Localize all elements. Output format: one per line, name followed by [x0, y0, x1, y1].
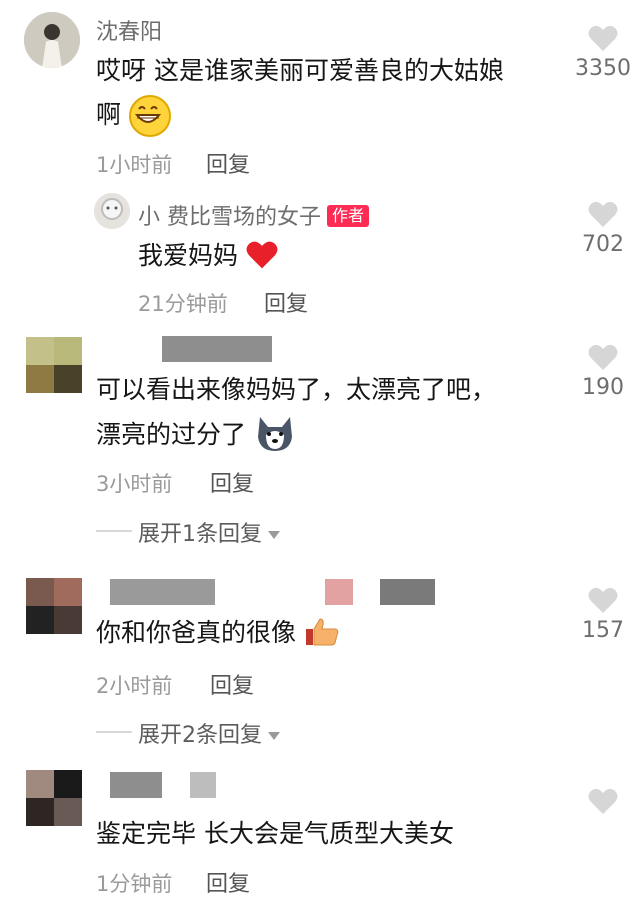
comment-text: 鉴定完毕 长大会是气质型大美女	[96, 813, 454, 855]
heart-icon[interactable]	[588, 587, 618, 614]
comment-text: 漂亮的过分了	[96, 413, 296, 456]
avatar[interactable]	[26, 578, 82, 634]
grinning-face-icon	[128, 95, 171, 137]
comment-text-line: 漂亮的过分了	[96, 420, 247, 449]
avatar[interactable]	[94, 193, 130, 229]
reply-button[interactable]: 回复	[210, 668, 254, 700]
comment-text-line: 哎呀 这是谁家美丽可爱善良的大姑娘	[96, 56, 504, 85]
comment-time: 3小时前	[96, 472, 173, 496]
like-count: 702	[582, 232, 624, 257]
comment-text: 你和你爸真的很像	[96, 612, 340, 654]
comment-time: 21分钟前	[138, 292, 228, 316]
comment-username[interactable]: 沈春阳	[96, 14, 162, 46]
comment-text: 我爱妈妈	[138, 235, 278, 277]
expand-replies-label[interactable]: 展开2条回复	[138, 723, 262, 748]
like-count: 3350	[575, 56, 631, 81]
expand-divider	[96, 731, 132, 733]
husky-dog-icon	[257, 417, 292, 451]
chevron-down-icon	[268, 732, 280, 740]
comment-text-line: 你和你爸真的很像	[96, 618, 297, 647]
username-redacted	[162, 336, 272, 362]
comment-text-line: 鉴定完毕 长大会是气质型大美女	[96, 819, 454, 848]
heart-icon[interactable]	[588, 344, 618, 371]
comment-time: 1分钟前	[96, 872, 173, 896]
comment-text-line: 我爱妈妈	[138, 241, 239, 270]
like-count: 157	[582, 618, 624, 643]
avatar[interactable]	[26, 770, 82, 826]
reply-button[interactable]: 回复	[264, 286, 308, 318]
comment-username-text[interactable]: 小 费比雪场的女子	[138, 205, 321, 230]
heart-icon[interactable]	[588, 201, 618, 228]
red-heart-icon	[246, 241, 278, 269]
avatar[interactable]	[26, 337, 82, 393]
thumbs-up-icon	[305, 618, 339, 646]
heart-icon[interactable]	[588, 788, 618, 815]
comment-text: 可以看出来像妈妈了，太漂亮了吧，	[96, 369, 496, 411]
comment-text: 哎呀 这是谁家美丽可爱善良的大姑娘	[96, 50, 504, 92]
expand-replies-button[interactable]: 展开2条回复	[138, 717, 280, 749]
comment-time: 2小时前	[96, 674, 173, 698]
comment-text: 啊	[96, 94, 171, 137]
expand-replies-label[interactable]: 展开1条回复	[138, 522, 262, 547]
reply-button[interactable]: 回复	[206, 866, 250, 898]
author-badge: 作者	[327, 205, 370, 227]
avatar[interactable]	[24, 12, 80, 68]
expand-replies-button[interactable]: 展开1条回复	[138, 516, 280, 548]
reply-button[interactable]: 回复	[206, 147, 250, 179]
like-count: 190	[582, 375, 624, 400]
expand-divider	[96, 530, 132, 532]
heart-icon[interactable]	[588, 25, 618, 52]
comment-time: 1小时前	[96, 153, 173, 177]
comment-username: 小 费比雪场的女子 作者	[138, 199, 370, 231]
chevron-down-icon	[268, 531, 280, 539]
comment-text-line: 可以看出来像妈妈了，太漂亮了吧，	[96, 375, 497, 404]
comment-text-line: 啊	[96, 100, 122, 129]
reply-button[interactable]: 回复	[210, 466, 254, 498]
